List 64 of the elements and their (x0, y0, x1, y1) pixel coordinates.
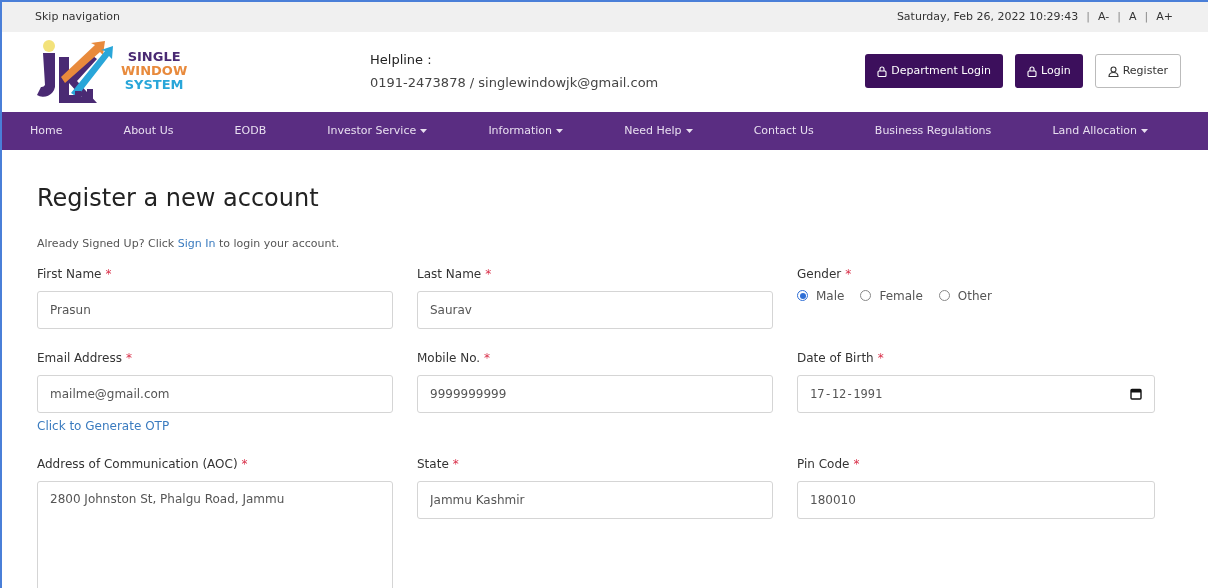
font-size-link[interactable]: A- (1098, 8, 1110, 26)
nav-item[interactable]: EODB (234, 122, 267, 140)
required-mark: * (241, 455, 248, 473)
calendar-icon[interactable] (1130, 387, 1142, 400)
required-mark: * (105, 265, 112, 283)
lock-icon (877, 65, 888, 77)
nav-item[interactable]: Information (488, 122, 564, 140)
lock-icon (1027, 65, 1037, 77)
field-label: Email Address (37, 349, 122, 367)
required-mark: * (877, 349, 884, 367)
field-label: State (417, 455, 449, 473)
generate-otp-link[interactable]: Click to Generate OTP (37, 416, 393, 435)
datetime: Saturday, Feb 26, 2022 10:29:43 (896, 8, 1079, 25)
separator: | (1117, 8, 1121, 25)
field-label: Address of Communication (AOC) (37, 455, 238, 473)
field-label: Mobile No. (417, 349, 481, 367)
input-field[interactable]: Prasun (37, 290, 393, 329)
caret-icon (1141, 129, 1148, 133)
field-label: Pin Code (797, 455, 850, 473)
intro-text: Already Signed Up? Click Sign In to login your account. (37, 236, 341, 252)
skip-navigation-link[interactable]: Skip navigation (35, 8, 120, 26)
register-button[interactable]: Register (1094, 54, 1181, 88)
font-size-link[interactable]: A (1129, 8, 1137, 26)
caret-icon (685, 129, 693, 133)
separator: | (1144, 8, 1149, 25)
login-button[interactable]: Login (1015, 54, 1083, 88)
nav-item[interactable]: Contact Us (753, 122, 814, 140)
input-field[interactable]: 9999999999 (417, 374, 773, 413)
sign-in-link[interactable]: Sign In (177, 237, 216, 250)
input-field[interactable]: 180010 (797, 480, 1155, 519)
page-title: Register a new account (37, 183, 320, 214)
helpline-label: Helpline : (370, 50, 433, 69)
field-label: Last Name (417, 265, 482, 283)
radio-option[interactable]: Other (938, 286, 992, 305)
nav-item[interactable]: Home (30, 122, 63, 140)
nav-item[interactable]: Investor Service (327, 122, 428, 140)
logo-text: SINGLE WINDOW SYSTEM (121, 50, 188, 92)
separator: | (1086, 8, 1090, 25)
required-mark: * (485, 265, 492, 283)
caret-icon (420, 129, 428, 133)
caret-icon (556, 129, 564, 133)
required-mark: * (853, 455, 860, 473)
font-size-link[interactable]: A+ (1156, 8, 1173, 26)
field-label: Date of Birth (797, 349, 874, 367)
input-field[interactable]: Saurav (417, 290, 773, 329)
required-mark: * (125, 349, 132, 367)
user-icon (1107, 65, 1119, 77)
nav-item[interactable]: Land Allocation (1052, 122, 1148, 140)
input-field[interactable]: mailme@gmail.com (37, 374, 393, 413)
login-button[interactable]: Department Login (865, 54, 1003, 88)
nav-item[interactable]: Business Regulations (874, 122, 992, 140)
radio-option[interactable]: Male (797, 286, 845, 305)
required-mark: * (452, 455, 459, 473)
date-field[interactable]: 17-12-1991 (797, 374, 1155, 413)
field-label: First Name (37, 265, 102, 283)
nav-item[interactable]: About Us (123, 122, 174, 140)
required-mark: * (484, 349, 491, 367)
input-field[interactable]: Jammu Kashmir (417, 480, 773, 519)
helpline-value: 0191-2473878 / singlewindowjk@gmail.com (370, 74, 659, 92)
field-label: Gender (797, 265, 842, 283)
nav-item[interactable]: Need Help (624, 122, 693, 140)
address-field[interactable]: 2800 Johnston St, Phalgu Road, Jammu (37, 480, 393, 588)
radio-option[interactable]: Female (860, 286, 923, 305)
required-mark: * (845, 265, 852, 283)
